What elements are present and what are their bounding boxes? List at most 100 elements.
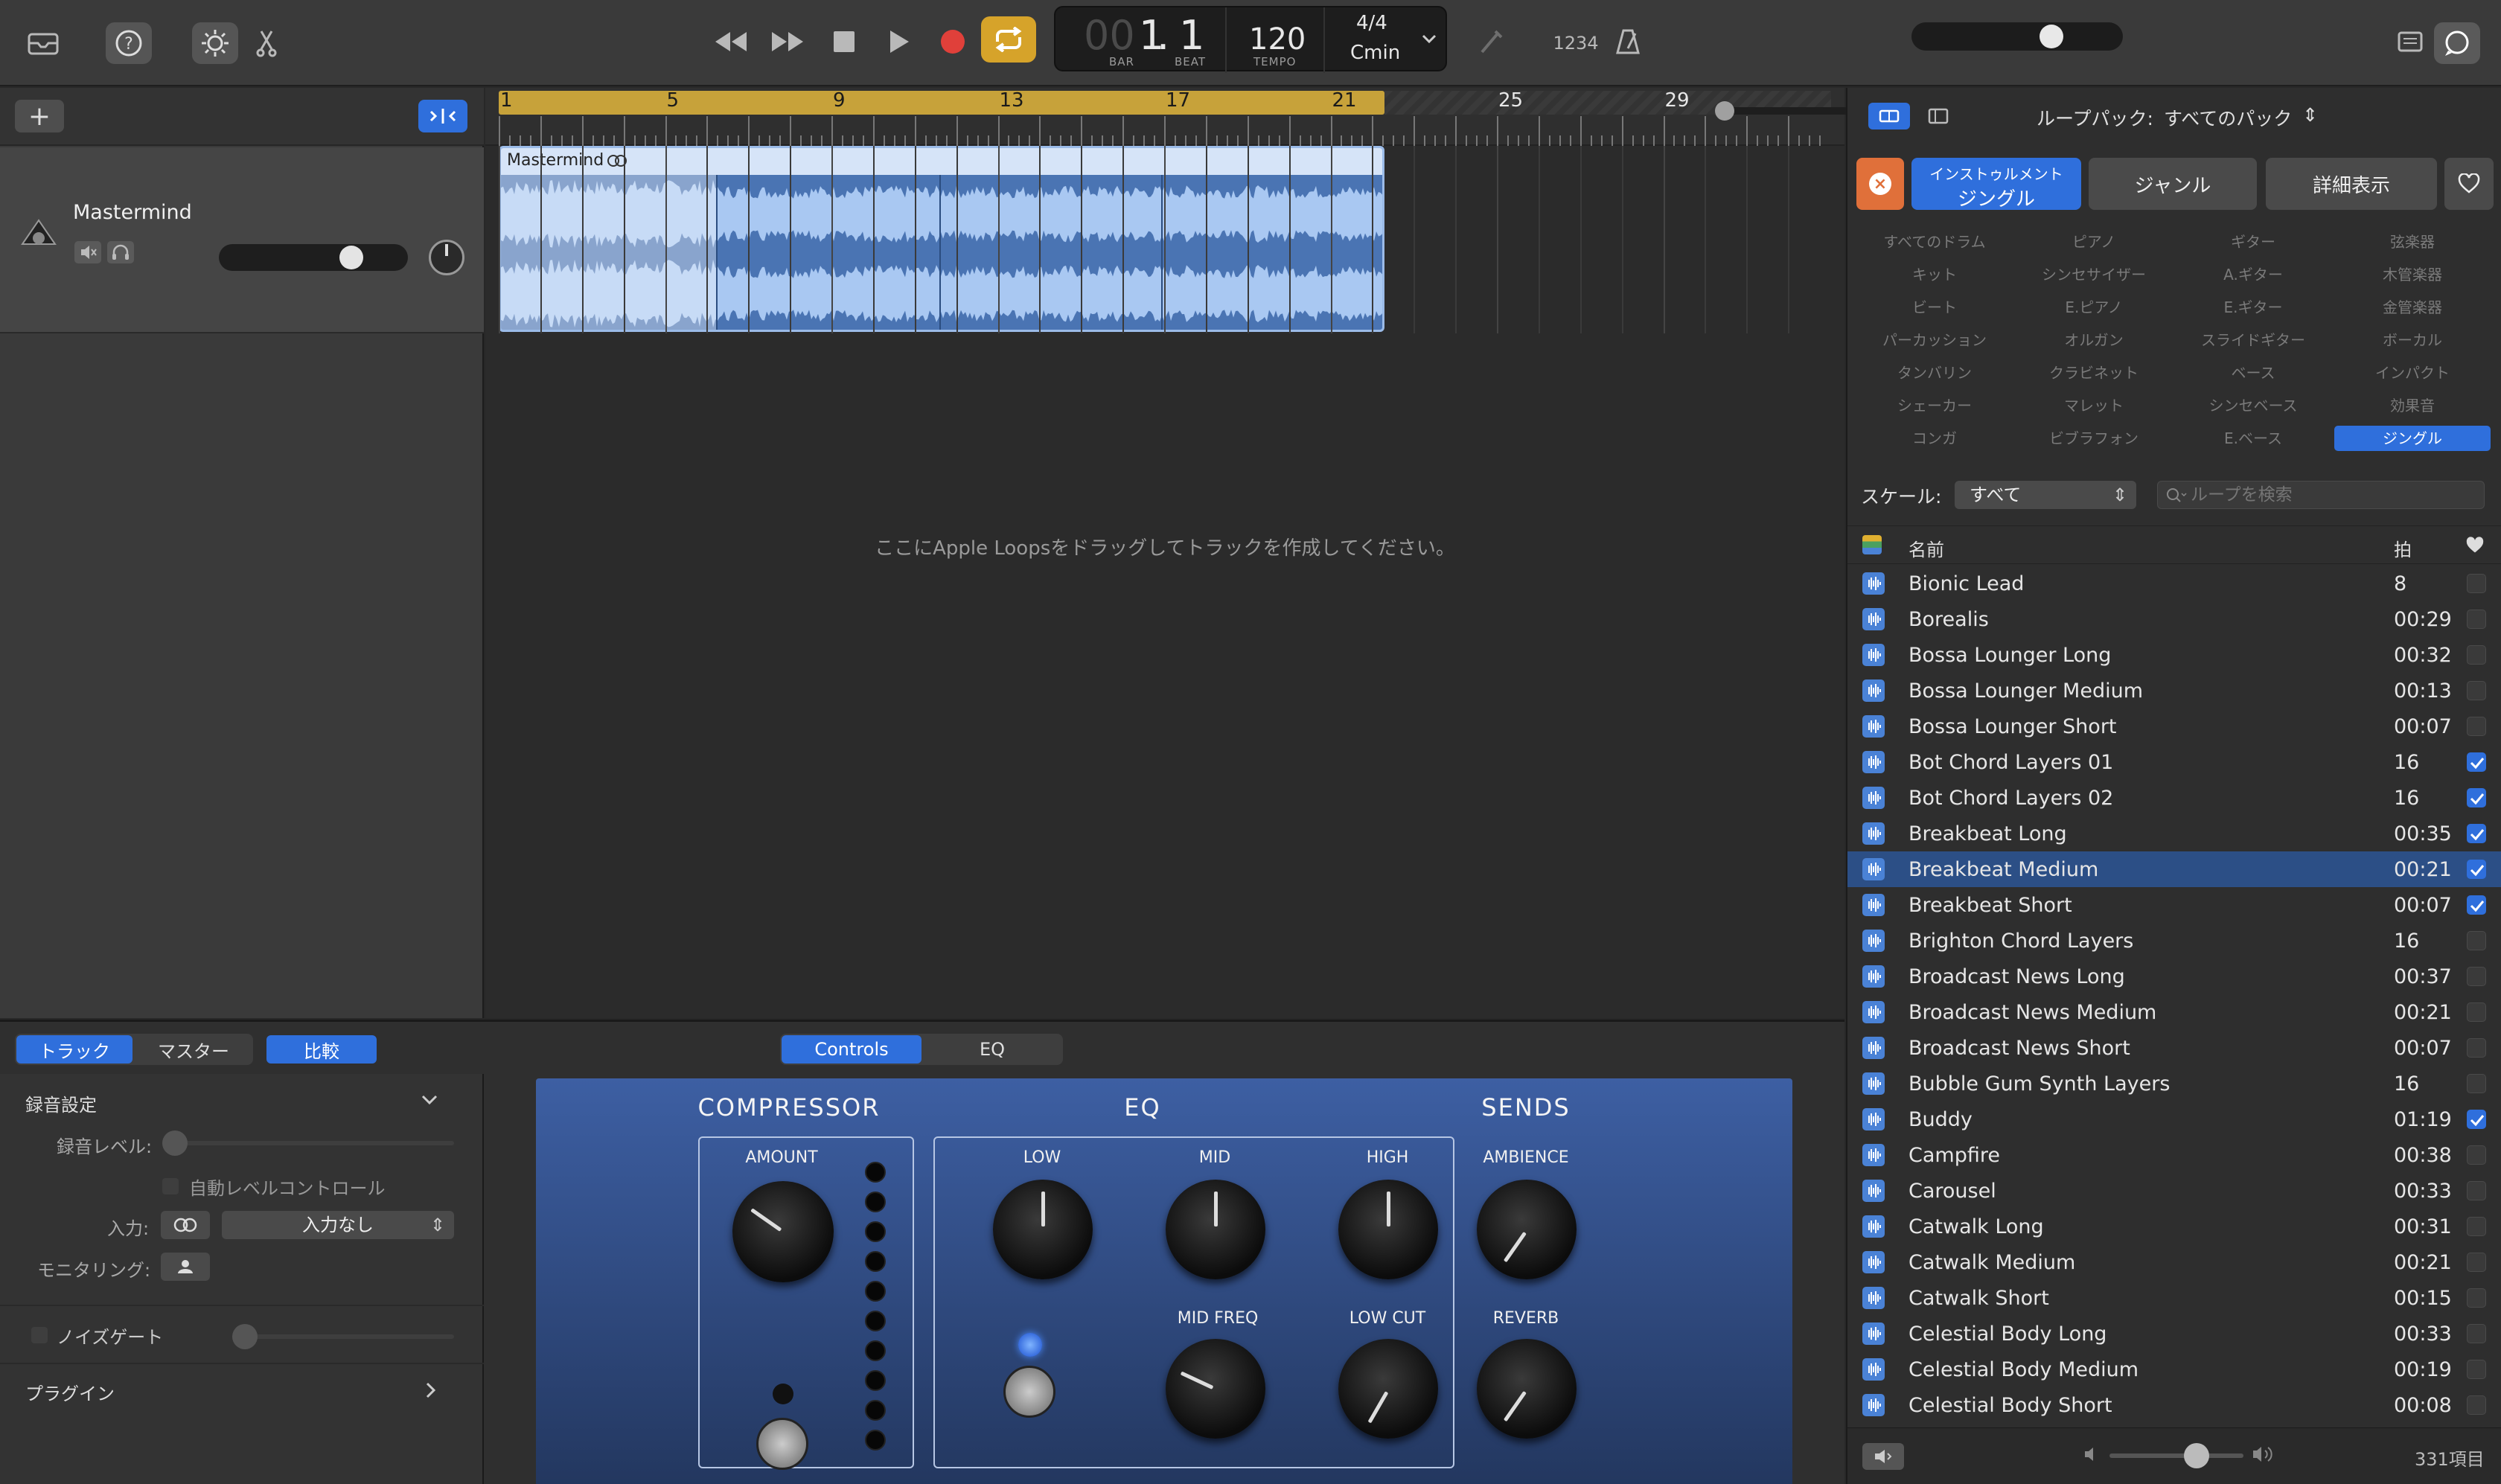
tuner-icon[interactable] <box>1472 21 1510 63</box>
zoom-slider[interactable] <box>1715 101 1849 121</box>
favorite-checkbox[interactable] <box>2467 788 2486 807</box>
loop-row[interactable]: Catwalk Short 00:15 <box>1847 1280 2501 1316</box>
loop-row[interactable]: Broadcast News Medium 00:21 <box>1847 994 2501 1030</box>
smart-controls-icon[interactable] <box>192 22 238 64</box>
category-button[interactable]: A.ギター <box>2175 262 2331 287</box>
low-eq-knob[interactable] <box>993 1180 1093 1279</box>
favorite-checkbox[interactable] <box>2467 752 2486 772</box>
category-button[interactable]: 金管楽器 <box>2334 295 2491 320</box>
tab-details[interactable]: 詳細表示 <box>2266 158 2437 210</box>
category-button[interactable]: E.ベース <box>2175 426 2331 451</box>
tab-genre[interactable]: ジャンル <box>2089 158 2257 210</box>
column-beats[interactable]: 拍 <box>2394 535 2412 561</box>
noise-gate-slider[interactable] <box>232 1324 454 1349</box>
loop-row[interactable]: Buddy 01:19 <box>1847 1101 2501 1137</box>
favorite-checkbox[interactable] <box>2467 1324 2486 1343</box>
column-name[interactable]: 名前 <box>1909 535 1944 561</box>
preview-volume-knob[interactable] <box>2184 1443 2209 1468</box>
loop-row[interactable]: Celestial Body Long 00:33 <box>1847 1316 2501 1352</box>
mid-eq-knob[interactable] <box>1166 1180 1265 1279</box>
audio-region[interactable]: Mastermind <box>499 146 1384 332</box>
category-button[interactable]: シンセサイザー <box>2016 262 2172 287</box>
favorite-checkbox[interactable] <box>2467 1002 2486 1022</box>
track-volume-knob[interactable] <box>339 246 363 269</box>
lcd-chevron-down-icon[interactable] <box>1420 28 1438 53</box>
ruler[interactable]: 1 5 9 13 17 21 25 29 <box>485 88 1849 146</box>
category-button[interactable]: ボーカル <box>2334 327 2491 353</box>
category-button[interactable]: 効果音 <box>2334 393 2491 418</box>
category-button[interactable]: シェーカー <box>1856 393 2013 418</box>
monitoring-icon[interactable] <box>161 1253 210 1281</box>
category-button[interactable]: タンバリン <box>1856 360 2013 386</box>
category-button[interactable]: ピアノ <box>2016 229 2172 255</box>
catch-playhead-icon[interactable] <box>418 100 467 132</box>
favorite-checkbox[interactable] <box>2467 610 2486 629</box>
input-select[interactable]: 入力なし ⇕ <box>222 1211 454 1239</box>
favorites-heart-icon[interactable] <box>2444 158 2494 210</box>
loop-type-icon[interactable] <box>1862 535 1882 554</box>
master-volume-knob[interactable] <box>2040 25 2063 48</box>
loop-row[interactable]: Borealis 00:29 <box>1847 601 2501 637</box>
category-button[interactable]: インパクト <box>2334 360 2491 386</box>
noise-gate-checkbox[interactable] <box>31 1327 48 1343</box>
loop-row[interactable]: Bossa Lounger Long 00:32 <box>1847 637 2501 673</box>
button-view-icon[interactable] <box>1868 103 1910 129</box>
reverb-knob[interactable] <box>1477 1339 1577 1439</box>
metronome-icon[interactable] <box>1609 21 1646 63</box>
mute-icon[interactable] <box>74 241 101 263</box>
category-button[interactable]: すべてのドラム <box>1856 229 2013 255</box>
low-cut-knob[interactable] <box>1338 1339 1438 1439</box>
lcd-display[interactable]: 00 1 . 1 BAR BEAT 120 TEMPO 4/4 Cmin <box>1054 6 1447 73</box>
favorite-checkbox[interactable] <box>2467 645 2486 665</box>
favorite-checkbox[interactable] <box>2467 1074 2486 1093</box>
scissors-icon[interactable] <box>252 22 281 64</box>
favorite-checkbox[interactable] <box>2467 1181 2486 1200</box>
loop-browser-icon[interactable] <box>2434 22 2480 64</box>
favorite-checkbox[interactable] <box>2467 1217 2486 1236</box>
category-button[interactable]: ビート <box>1856 295 2013 320</box>
tempo-display[interactable]: 120 TEMPO <box>1227 7 1325 73</box>
favorite-column-heart-icon[interactable] <box>2465 537 2485 557</box>
cycle-region[interactable] <box>499 91 1384 115</box>
category-button[interactable]: E.ギター <box>2175 295 2331 320</box>
favorite-checkbox[interactable] <box>2467 717 2486 736</box>
loop-row[interactable]: Broadcast News Short 00:07 <box>1847 1030 2501 1066</box>
fast-forward-icon[interactable] <box>765 21 810 63</box>
loop-row[interactable]: Bot Chord Layers 01 16 <box>1847 744 2501 780</box>
count-in-button[interactable]: 1234 <box>1550 22 1602 64</box>
category-button[interactable]: 木管楽器 <box>2334 262 2491 287</box>
category-button[interactable]: シンセベース <box>2175 393 2331 418</box>
loop-pack-selector[interactable]: ループパック: すべてのパック ⇕ <box>2037 104 2318 131</box>
category-button[interactable]: ベース <box>2175 360 2331 386</box>
category-button[interactable]: オルガン <box>2016 327 2172 353</box>
search-input[interactable] <box>2191 483 2473 507</box>
instrument-filter-tag[interactable]: インストゥルメント ジングル <box>1911 158 2081 211</box>
track-name[interactable]: Mastermind <box>73 201 192 224</box>
favorite-checkbox[interactable] <box>2467 1110 2486 1129</box>
loop-row[interactable]: Bionic Lead 8 <box>1847 566 2501 601</box>
favorite-checkbox[interactable] <box>2467 824 2486 843</box>
position-display[interactable]: 00 1 . 1 BAR BEAT <box>1055 7 1227 73</box>
loop-row[interactable]: Breakbeat Medium 00:21 <box>1847 851 2501 887</box>
category-button[interactable]: パーカッション <box>1856 327 2013 353</box>
tab-track[interactable]: トラック <box>16 1035 132 1064</box>
loop-row[interactable]: Bossa Lounger Short 00:07 <box>1847 709 2501 744</box>
library-icon[interactable] <box>22 21 64 63</box>
preview-volume-slider[interactable] <box>2109 1443 2243 1468</box>
reset-filter-button[interactable]: × <box>1856 158 1904 210</box>
favorite-checkbox[interactable] <box>2467 967 2486 986</box>
favorite-checkbox[interactable] <box>2467 1360 2486 1379</box>
loop-row[interactable]: Brighton Chord Layers 16 <box>1847 923 2501 959</box>
plugins-heading[interactable]: プラグイン <box>25 1379 115 1405</box>
add-track-button[interactable]: + <box>15 100 64 132</box>
loop-row[interactable]: Celestial Body Medium 00:19 <box>1847 1352 2501 1387</box>
category-button[interactable]: 弦楽器 <box>2334 229 2491 255</box>
cycle-icon[interactable] <box>981 16 1036 63</box>
scale-select[interactable]: すべて ⇕ <box>1955 481 2136 509</box>
chevron-right-icon[interactable] <box>421 1379 439 1404</box>
loop-row[interactable]: Celestial Body Short 00:08 <box>1847 1387 2501 1423</box>
record-settings-heading[interactable]: 録音設定 <box>25 1090 97 1116</box>
favorite-checkbox[interactable] <box>2467 1395 2486 1415</box>
high-eq-knob[interactable] <box>1338 1180 1438 1279</box>
signature-display[interactable]: 4/4 Cmin <box>1325 7 1417 73</box>
